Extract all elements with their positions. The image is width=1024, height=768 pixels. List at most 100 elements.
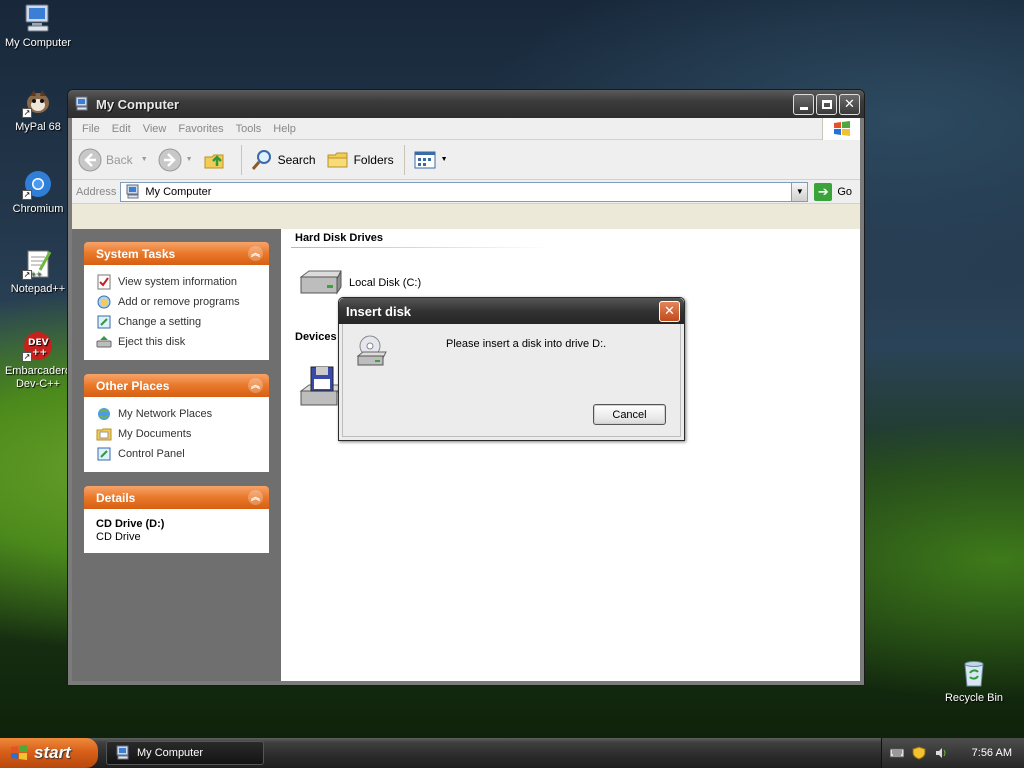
back-label: Back [106,152,133,167]
other-places-header[interactable]: Other Places ︽ [84,374,269,397]
menu-file[interactable]: File [82,123,100,135]
desktop-icon-my-computer[interactable]: My Computer [0,2,76,50]
desktop-icon-label: Chromium [12,203,64,215]
computer-icon [22,2,54,34]
place-my-documents[interactable]: My Documents [96,424,259,444]
window-titlebar[interactable]: My Computer ✕ [68,90,864,118]
system-tasks-panel: System Tasks ︽ View system information A… [84,242,269,360]
my-computer-icon [125,184,141,200]
dev-cpp-icon: DEV ++ ↗ [22,330,54,362]
volume-icon[interactable] [934,746,948,760]
desktop-icon-mypal[interactable]: ↗ MyPal 68 [0,86,76,134]
desktop-icon-recycle-bin[interactable]: Recycle Bin [936,657,1012,705]
up-folder-icon [203,148,227,172]
shortcut-arrow-icon: ↗ [22,108,32,118]
go-button[interactable]: ➔ Go [814,182,852,201]
desktop-icon-chromium[interactable]: ↗ Chromium [0,168,76,216]
dialog-titlebar[interactable]: Insert disk ✕ [339,298,684,324]
search-button[interactable]: Search [250,148,316,172]
task-view-system-info[interactable]: View system information [96,272,259,292]
desktop-icon-label: Recycle Bin [944,692,1004,704]
close-button[interactable]: ✕ [839,93,860,115]
desktop-icon-notepadpp[interactable]: ++ ↗ Notepad++ [0,248,76,296]
search-icon [250,148,274,172]
desktop-icon-label: MyPal 68 [15,121,61,133]
collapse-chevron-icon[interactable]: ︽ [248,378,263,393]
place-control-panel[interactable]: Control Panel [96,444,259,464]
address-label: Address [76,185,117,198]
dialog-title: Insert disk [346,303,412,319]
shortcut-arrow-icon: ↗ [22,190,32,200]
start-button[interactable]: start [0,738,98,768]
dialog-close-button[interactable]: ✕ [659,300,680,322]
address-input[interactable]: My Computer ▼ [120,181,809,202]
keyboard-icon[interactable] [889,746,905,760]
search-label: Search [277,152,316,167]
details-body: CD Drive (D:) CD Drive [84,509,269,553]
shortcut-arrow-icon: ↗ [22,270,32,280]
drive-label: Local Disk (C:) [349,277,422,289]
desktop-icon-devcpp[interactable]: DEV ++ ↗ Embarcadero Dev-C++ [0,330,76,391]
folders-button[interactable]: Folders [326,148,394,172]
views-dropdown-icon: ▼ [440,156,448,163]
task-eject-disk[interactable]: Eject this disk [96,332,259,352]
toolbar: Back ▼ ▼ Search Folders ▼ [72,140,860,180]
views-button[interactable]: ▼ [413,148,448,172]
windows-flag-icon [10,744,28,762]
details-item-type: CD Drive [96,531,141,543]
place-my-network-places[interactable]: My Network Places [96,404,259,424]
system-tasks-header[interactable]: System Tasks ︽ [84,242,269,265]
minimize-button[interactable] [793,93,814,115]
desktop-icon-label: Notepad++ [10,283,66,295]
clock: 7:56 AM [971,747,1012,759]
menu-favorites[interactable]: Favorites [178,123,223,135]
task-change-setting[interactable]: Change a setting [96,312,259,332]
place-label: My Network Places [118,408,213,420]
maximize-icon [821,99,832,109]
taskbar-item-my-computer[interactable]: My Computer [106,741,264,765]
back-arrow-icon [78,148,102,172]
cancel-button[interactable]: Cancel [593,404,666,425]
place-label: My Documents [118,428,192,440]
security-shield-icon[interactable] [912,746,926,760]
up-folder-button[interactable] [203,148,231,172]
menu-tools[interactable]: Tools [236,123,262,135]
forward-button[interactable]: ▼ [158,148,193,172]
forward-dropdown-icon[interactable]: ▼ [186,156,193,163]
other-places-panel: Other Places ︽ My Network Places My Docu… [84,374,269,472]
task-label: Add or remove programs [118,296,240,308]
address-dropdown-icon[interactable]: ▼ [791,182,808,201]
svg-text:DEV: DEV [28,338,49,348]
control-panel-icon [96,446,112,462]
menu-view[interactable]: View [143,123,167,135]
system-info-icon [96,274,112,290]
taskbar: start My Computer 7:56 AM [0,738,1024,768]
close-icon: ✕ [664,303,675,318]
group-devices: Devices [295,331,337,343]
my-computer-icon [74,96,90,112]
details-header[interactable]: Details ︽ [84,486,269,509]
dialog-body: Please insert a disk into drive D:. Canc… [342,324,681,437]
start-label: start [34,743,71,762]
task-add-remove-programs[interactable]: Add or remove programs [96,292,259,312]
address-bar: Address My Computer ▼ ➔ Go [72,180,860,204]
collapse-chevron-icon[interactable]: ︽ [248,490,263,505]
drive-local-disk-c[interactable]: Local Disk (C:) [297,267,421,299]
menu-help[interactable]: Help [273,123,296,135]
maximize-button[interactable] [816,93,837,115]
other-places-title: Other Places [96,378,170,393]
window-title: My Computer [96,96,180,112]
windows-logo-icon [822,118,860,140]
back-button[interactable]: Back ▼ [78,148,148,172]
menu-edit[interactable]: Edit [112,123,131,135]
desktop-icon-label: My Computer [4,37,72,49]
collapse-chevron-icon[interactable]: ︽ [248,246,263,261]
close-icon: ✕ [844,96,855,111]
details-panel: Details ︽ CD Drive (D:) CD Drive [84,486,269,553]
back-dropdown-icon[interactable]: ▼ [141,156,148,163]
details-title: Details [96,490,136,505]
toolbar-separator [240,144,242,175]
place-label: Control Panel [118,448,185,460]
system-tray: 7:56 AM [881,738,1024,768]
details-item-name: CD Drive (D:) [96,518,165,530]
